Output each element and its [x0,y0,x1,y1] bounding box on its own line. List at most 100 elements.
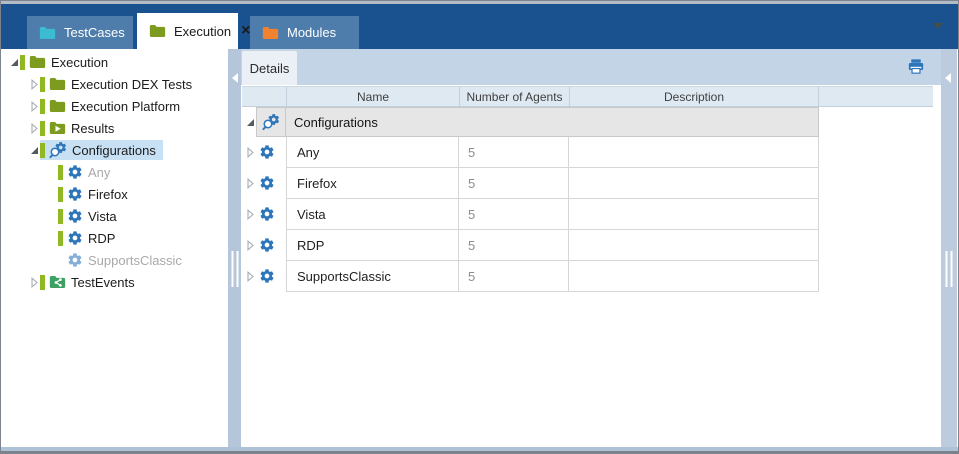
tree-item-content[interactable]: Any [58,162,117,182]
changed-marker-bar [58,165,63,180]
project-tree: Execution Execution DEX Tests Execution Pl… [2,49,228,447]
folder-orange-icon [262,26,279,40]
tree-item-content[interactable]: Vista [58,206,124,226]
document-tab-bar: TestCases Execution × Modules [1,4,958,49]
collapse-left-icon[interactable] [232,73,238,83]
number-of-agents-cell: 5 [459,261,569,292]
collapsed-icon[interactable] [28,123,40,134]
collapsed-icon[interactable] [28,79,40,90]
table-row-rdp[interactable]: RDP5 [242,230,819,261]
tree-item-label: Execution Platform [71,99,180,114]
window-bottom-edge [1,447,958,453]
details-panel: Details Name Number of Agents Descriptio… [241,49,943,447]
table-row-firefox[interactable]: Firefox5 [242,168,819,199]
description-cell [569,168,819,199]
group-row-label: Configurations [286,115,378,130]
tree-item-firefox[interactable]: Firefox [2,183,228,205]
description-cell [569,137,819,168]
splitter-grip[interactable] [231,251,238,287]
collapsed-icon[interactable] [247,178,254,189]
expanded-icon[interactable] [28,146,40,155]
tree-item-configurations[interactable]: Configurations [2,139,228,161]
expanded-icon[interactable] [8,58,20,67]
tree-item-supportsclassic[interactable]: SupportsClassic [2,249,228,271]
changed-marker-bar [20,55,25,70]
left-splitter[interactable] [228,49,241,447]
printer-icon[interactable] [906,57,926,77]
configurations-search-icon [49,141,67,159]
tree-item-content[interactable]: Firefox [58,184,135,204]
tree-selection[interactable]: Configurations [40,140,163,160]
tree-item-execution-platform[interactable]: Execution Platform [2,95,228,117]
changed-marker-bar [40,77,45,92]
tree-item-label: Vista [88,209,117,224]
table-row-vista[interactable]: Vista5 [242,199,819,230]
chevron-down-icon[interactable] [933,23,943,29]
tree-item-content[interactable]: Execution [20,52,115,72]
gear-icon [259,206,275,222]
collapsed-icon[interactable] [247,147,254,158]
tab-modules[interactable]: Modules [250,16,359,49]
gear-icon [67,164,83,180]
results-icon [49,121,66,135]
collapsed-icon[interactable] [247,271,254,282]
folder-olive-icon [149,24,166,38]
tab-testcases[interactable]: TestCases [27,16,133,49]
changed-marker-bar [58,209,63,224]
name-cell: SupportsClassic [286,261,459,292]
column-header-number-of-agents[interactable]: Number of Agents [459,87,569,106]
name-cell: Vista [286,199,459,230]
name-cell: Any [286,137,459,168]
table-row-any[interactable]: Any5 [242,137,819,168]
tree-item-content[interactable]: TestEvents [40,272,142,292]
number-of-agents-cell: 5 [459,168,569,199]
tree-item-results[interactable]: Results [2,117,228,139]
tree-item-any[interactable]: Any [2,161,228,183]
tree-item-content[interactable]: Execution DEX Tests [40,74,199,94]
collapsed-icon[interactable] [247,240,254,251]
number-of-agents-cell: 5 [459,137,569,168]
description-cell [569,230,819,261]
gear-icon [259,144,275,160]
gear-icon [67,208,83,224]
tree-item-content[interactable]: SupportsClassic [58,250,189,270]
tab-label: Execution [174,24,231,39]
tree-item-label: Execution DEX Tests [71,77,192,92]
tab-label: Modules [287,25,336,40]
gear-light-icon [67,252,83,268]
tree-item-testevents[interactable]: TestEvents [2,271,228,293]
name-cell: Firefox [286,168,459,199]
changed-marker-bar [40,275,45,290]
splitter-grip[interactable] [946,251,953,287]
column-header-description[interactable]: Description [569,87,819,106]
collapsed-icon[interactable] [28,101,40,112]
test-events-icon [49,275,66,289]
collapse-right-icon[interactable] [945,73,951,83]
tree-item-execution-dex-tests[interactable]: Execution DEX Tests [2,73,228,95]
expanded-icon[interactable] [246,118,255,127]
tree-item-content[interactable]: Results [40,118,121,138]
description-cell [569,261,819,292]
tree-item-content[interactable]: Execution Platform [40,96,187,116]
tree-item-label: RDP [88,231,115,246]
table-row-supportsclassic[interactable]: SupportsClassic5 [242,261,819,292]
tree-item-vista[interactable]: Vista [2,205,228,227]
details-tab-label: Details [250,61,290,76]
tree-item-label: SupportsClassic [88,253,182,268]
tab-details[interactable]: Details [242,51,297,85]
tree-item-label: Results [71,121,114,136]
collapsed-icon[interactable] [247,209,254,220]
tab-execution[interactable]: Execution × [137,13,238,49]
tree-item-label: Configurations [72,143,156,158]
collapsed-icon[interactable] [28,277,40,288]
tree-item-label: Any [88,165,110,180]
group-row-configurations[interactable]: Configurations [242,107,819,137]
name-cell: RDP [286,230,459,261]
main-area: Execution Execution DEX Tests Execution Pl… [1,49,958,447]
tree-item-content[interactable]: RDP [58,228,122,248]
tree-item-rdp[interactable]: RDP [2,227,228,249]
column-header-name[interactable]: Name [286,87,459,106]
right-splitter[interactable] [941,49,957,447]
grid-header-row: Name Number of Agents Description [242,86,933,107]
tree-item-execution[interactable]: Execution [2,51,228,73]
